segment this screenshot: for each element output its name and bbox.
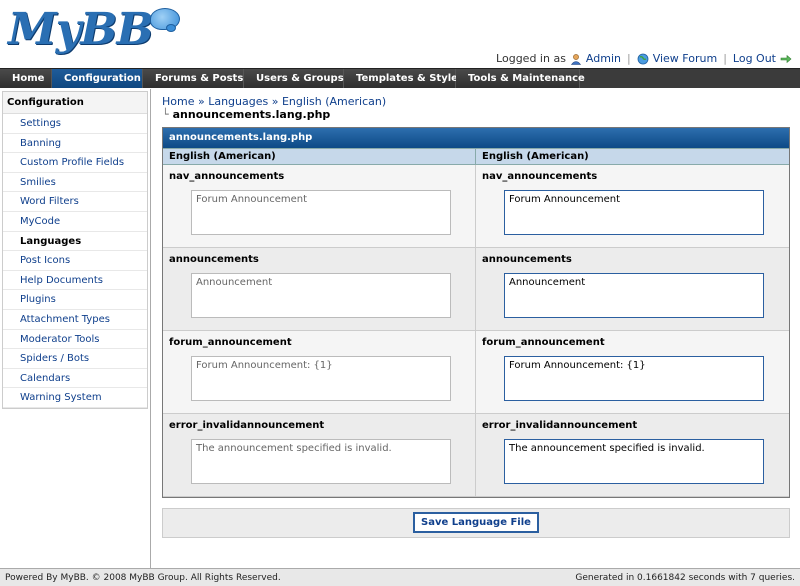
table-body: nav_announcements Forum Announcement nav… [163, 165, 789, 497]
log-out-link[interactable]: Log Out [733, 52, 776, 65]
save-language-file-button[interactable]: Save Language File [413, 512, 539, 533]
table-row: nav_announcements Forum Announcement nav… [163, 165, 789, 248]
table-cell-left: announcements Announcement [163, 248, 476, 330]
sidebar-item-post-icons[interactable]: Post Icons [3, 251, 147, 271]
sidebar-item-spiders-bots[interactable]: Spiders / Bots [3, 349, 147, 369]
submit-bar: Save Language File [162, 508, 790, 538]
sidebar-title: Configuration [3, 92, 147, 114]
breadcrumb: Home » Languages » English (American) [162, 95, 790, 108]
main-content: Home » Languages » English (American) └ a… [152, 89, 800, 568]
nav-users-groups[interactable]: Users & Groups [244, 69, 344, 88]
sidebar-item-mycode[interactable]: MyCode [3, 211, 147, 232]
sidebar: Configuration Settings Banning Custom Pr… [0, 89, 151, 568]
lang-key: nav_announcements [169, 171, 285, 182]
nav-tools-maintenance[interactable]: Tools & Maintenance [456, 69, 585, 88]
original-text-area: Announcement [191, 273, 451, 318]
view-forum-link[interactable]: View Forum [653, 52, 717, 65]
nav-templates-style[interactable]: Templates & Style [344, 69, 458, 88]
sidebar-item-help-documents[interactable]: Help Documents [3, 270, 147, 291]
table-cell-right: forum_announcement Forum Announcement: {… [476, 331, 789, 413]
logo-bubble-small-icon [166, 24, 176, 32]
sidebar-item-banning[interactable]: Banning [3, 133, 147, 154]
language-table: announcements.lang.php English (American… [162, 127, 790, 498]
subtitle-arrow-icon: └ [162, 108, 169, 121]
table-cell-right: error_invalidannouncement The announceme… [476, 414, 789, 496]
logged-in-label: Logged in as [496, 52, 566, 65]
edit-text-area[interactable]: Forum Announcement [504, 190, 764, 235]
column-header-left: English (American) [163, 149, 476, 164]
table-title: announcements.lang.php [163, 128, 789, 148]
sidebar-item-calendars[interactable]: Calendars [3, 368, 147, 389]
nav-home[interactable]: Home [0, 69, 52, 88]
footer: Powered By MyBB. © 2008 MyBB Group. All … [0, 568, 800, 586]
sidebar-item-smilies[interactable]: Smilies [3, 172, 147, 193]
edit-text-area[interactable]: Announcement [504, 273, 764, 318]
user-links: Logged in as Admin | View Forum | Log Ou… [496, 52, 792, 65]
header: MyBB Logged in as Admin | View Forum | L… [0, 0, 800, 68]
table-cell-left: nav_announcements Forum Announcement [163, 165, 476, 247]
lang-key: announcements [169, 254, 259, 265]
breadcrumb-separator: » [197, 95, 205, 108]
sidebar-item-custom-profile-fields[interactable]: Custom Profile Fields [3, 153, 147, 173]
nav-forums-posts[interactable]: Forums & Posts [143, 69, 244, 88]
sidebar-item-moderator-tools[interactable]: Moderator Tools [3, 329, 147, 350]
column-header-right: English (American) [482, 151, 589, 162]
sidebar-menu: Configuration Settings Banning Custom Pr… [2, 91, 148, 409]
main-nav: Home Configuration Forums & Posts Users … [0, 68, 800, 88]
sidebar-item-settings[interactable]: Settings [3, 114, 147, 134]
table-cell-left: forum_announcement Forum Announcement: {… [163, 331, 476, 413]
footer-generation-stats: Generated in 0.1661842 seconds with 7 qu… [575, 572, 795, 583]
breadcrumb-language[interactable]: English (American) [282, 95, 386, 108]
original-text-area: Forum Announcement [191, 190, 451, 235]
edit-text-area[interactable]: The announcement specified is invalid. [504, 439, 764, 484]
table-row: announcements Announcement announcements… [163, 248, 789, 331]
sidebar-item-word-filters[interactable]: Word Filters [3, 192, 147, 212]
edit-text-area[interactable]: Forum Announcement: {1} [504, 356, 764, 401]
footer-copyright: Powered By MyBB. © 2008 MyBB Group. All … [5, 572, 281, 583]
nav-configuration[interactable]: Configuration [52, 69, 143, 88]
table-cell-left: error_invalidannouncement The announceme… [163, 414, 476, 496]
original-text-area: The announcement specified is invalid. [191, 439, 451, 484]
lang-key: error_invalidannouncement [169, 420, 325, 431]
sidebar-item-languages[interactable]: Languages [3, 231, 147, 252]
original-text-area: Forum Announcement: {1} [191, 356, 451, 401]
breadcrumb-separator: » [271, 95, 279, 108]
admin-user-link[interactable]: Admin [586, 52, 621, 65]
table-column-headers: English (American) English (American) [163, 148, 789, 165]
sidebar-item-attachment-types[interactable]: Attachment Types [3, 309, 147, 330]
table-row: error_invalidannouncement The announceme… [163, 414, 789, 497]
lang-key: forum_announcement [169, 337, 292, 348]
table-cell-right: announcements Announcement [476, 248, 789, 330]
lang-key: announcements [482, 254, 572, 265]
page-title: └ announcements.lang.php [162, 108, 790, 121]
lang-key: nav_announcements [482, 171, 598, 182]
lang-key: error_invalidannouncement [482, 420, 638, 431]
globe-icon [637, 53, 649, 64]
breadcrumb-home[interactable]: Home [162, 95, 194, 108]
breadcrumb-languages[interactable]: Languages [208, 95, 268, 108]
separator: | [723, 52, 727, 65]
page-title-text: announcements.lang.php [172, 108, 331, 121]
user-icon [570, 53, 582, 65]
separator: | [626, 52, 631, 65]
sidebar-item-warning-system[interactable]: Warning System [3, 388, 147, 408]
sidebar-item-plugins[interactable]: Plugins [3, 290, 147, 310]
lang-key: forum_announcement [482, 337, 605, 348]
mybb-logo[interactable]: MyBB [8, 4, 154, 55]
logout-arrow-icon [780, 54, 792, 63]
table-row: forum_announcement Forum Announcement: {… [163, 331, 789, 414]
table-cell-right: nav_announcements Forum Announcement [476, 165, 789, 247]
